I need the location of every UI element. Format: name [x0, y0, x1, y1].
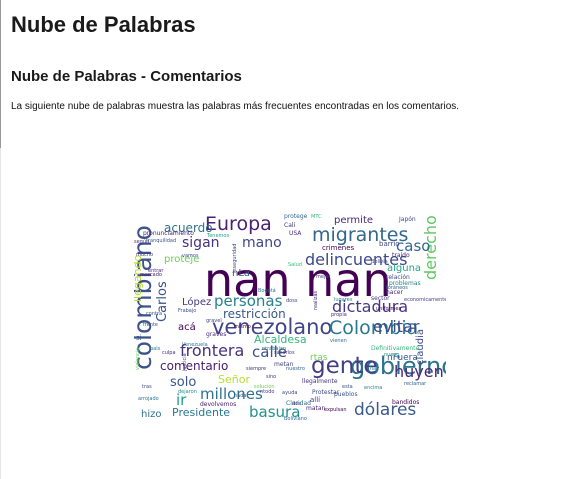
cloud-word: Frabajo — [178, 308, 196, 314]
cloud-word: protege — [284, 213, 308, 220]
cloud-word: lugares — [334, 297, 353, 303]
cloud-word: barrio — [379, 240, 400, 248]
cloud-word: siempre — [246, 366, 266, 372]
cloud-word: bandidos — [392, 399, 419, 406]
cloud-word: ntodo — [260, 389, 274, 395]
cloud-word: comentario — [160, 359, 228, 373]
cloud-word: acá — [178, 321, 196, 333]
cloud-word: propia — [331, 312, 347, 318]
cloud-word: traído — [392, 252, 410, 259]
cloud-word: Protestar — [312, 389, 340, 396]
cloud-word: solo — [170, 375, 196, 390]
description-text: La siguiente nube de palabras muestra la… — [11, 101, 460, 112]
cloud-word: esta — [342, 384, 353, 390]
cloud-word: alguna — [387, 263, 421, 274]
cloud-word: restricción — [223, 307, 286, 321]
cloud-word: reclamar — [404, 381, 427, 387]
cloud-word: dejaron — [178, 389, 197, 395]
cloud-word: ayuda — [282, 390, 297, 396]
cloud-word: tras — [142, 384, 152, 390]
cloud-word: si — [136, 334, 142, 342]
cloud-word: nada — [234, 393, 246, 399]
cloud-word: sino — [266, 374, 276, 380]
cloud-word: mejor — [316, 274, 331, 280]
cloud-word: hay — [370, 366, 379, 372]
cloud-word: USA — [289, 230, 302, 237]
left-border-lower — [0, 148, 1, 479]
cloud-word: llegalmente — [302, 378, 338, 385]
cloud-word: Definitivamente — [371, 345, 419, 352]
cloud-word: hizo — [141, 409, 161, 420]
cloud-word: Boliviano — [284, 416, 307, 421]
cloud-word: doss — [286, 298, 298, 304]
cloud-word: economicamente — [404, 297, 446, 303]
cloud-word: arrojado — [138, 396, 159, 402]
cloud-word: Señor — [218, 373, 250, 386]
cloud-word: gravel — [206, 318, 222, 324]
cloud-word: pais — [150, 346, 161, 352]
page-title: Nube de Palabras — [11, 12, 196, 37]
cloud-word: expulsan — [324, 407, 347, 413]
cloud-word: nuestro — [286, 366, 305, 372]
cloud-word: MTC — [311, 214, 322, 220]
cloud-word: llegando — [134, 254, 144, 302]
cloud-word: sector — [371, 295, 390, 302]
cloud-word: devolvemos — [200, 401, 236, 408]
cloud-word: mano — [242, 235, 282, 251]
cloud-word: rtas — [310, 353, 328, 363]
cloud-word: foráneos — [386, 284, 408, 291]
cloud-word: uniformes — [376, 306, 401, 312]
cloud-word: entrar — [148, 268, 164, 274]
cloud-word: contra — [146, 311, 162, 317]
cloud-word: Venezuela — [182, 342, 208, 348]
cloud-word: realizas — [313, 290, 319, 310]
cloud-word: justicia — [182, 353, 188, 372]
cloud-word: tranquilidad — [146, 238, 176, 244]
cloud-word: Alcaldesa — [254, 333, 307, 346]
cloud-word: Cali — [284, 222, 296, 229]
cloud-word: evitar — [373, 317, 420, 336]
cloud-word: Bogotá — [258, 287, 276, 294]
section-title: Nube de Palabras - Comentarios — [11, 68, 242, 85]
cloud-word: Bolivia — [371, 259, 388, 265]
cloud-word: sacarlos — [274, 350, 295, 356]
cloud-word: nuevo — [384, 352, 399, 358]
cloud-word: vamos — [182, 253, 199, 259]
cloud-word: violencia — [135, 348, 141, 370]
cloud-word: matan — [306, 405, 326, 412]
cloud-word: dos — [292, 401, 301, 407]
cloud-word: permite — [334, 215, 373, 226]
cloud-word: Tenemos — [206, 233, 229, 239]
cloud-word: Salud — [288, 262, 302, 268]
cloud-word: frente — [143, 322, 158, 328]
cloud-word: inseguridad — [232, 244, 238, 273]
word-cloud-image: nan nancolombiano gobiernovenezolanogente… — [134, 210, 446, 421]
cloud-word: pronunciamiento — [143, 230, 194, 237]
cloud-word: graves — [206, 331, 226, 338]
cloud-word: Japón — [398, 216, 416, 223]
cloud-word: culpa — [162, 350, 176, 356]
cloud-word: mucho — [136, 252, 153, 258]
cloud-word: encima — [364, 385, 382, 391]
cloud-word: López — [182, 296, 211, 308]
cloud-word: vienen — [330, 338, 347, 344]
left-border — [0, 0, 1, 148]
cloud-word: allí — [310, 396, 321, 404]
cloud-word: según — [134, 238, 149, 245]
cloud-word: mismo — [234, 324, 251, 330]
cloud-word: Europa — [205, 213, 272, 235]
cloud-word: crimenes — [322, 244, 355, 252]
